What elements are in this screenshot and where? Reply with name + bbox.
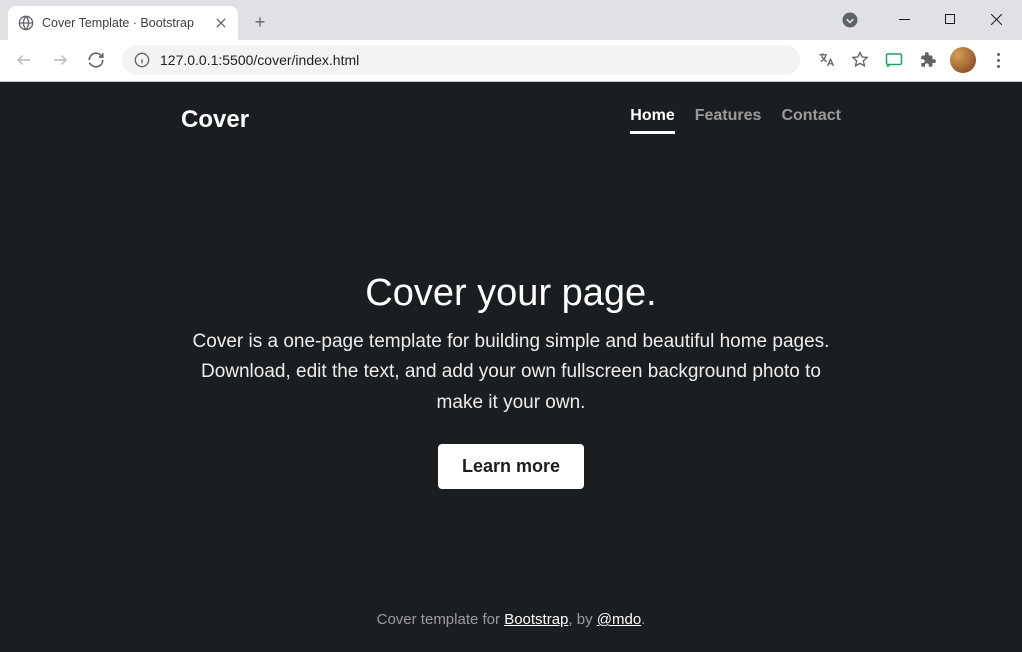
nav-link-home[interactable]: Home [630, 107, 674, 134]
nav-link-features[interactable]: Features [695, 107, 762, 134]
new-tab-button[interactable]: + [246, 9, 274, 37]
minimize-button[interactable] [882, 4, 926, 34]
bookmark-star-icon[interactable] [844, 44, 876, 76]
close-window-button[interactable] [974, 4, 1018, 34]
hero-lead: Cover is a one-page template for buildin… [191, 327, 831, 418]
tab-strip: Cover Template · Bootstrap + [0, 0, 1022, 40]
tab-title: Cover Template · Bootstrap [42, 16, 206, 30]
footer-suffix: . [641, 611, 645, 628]
url-text: 127.0.0.1:5500/cover/index.html [160, 52, 788, 68]
footer-link-mdo[interactable]: @mdo [597, 611, 641, 628]
profile-badge-icon[interactable] [840, 10, 860, 30]
menu-kebab-icon[interactable] [982, 44, 1014, 76]
hero: Cover your page. Cover is a one-page tem… [181, 134, 841, 587]
nav: Home Features Contact [630, 107, 841, 134]
browser-tab[interactable]: Cover Template · Bootstrap [8, 6, 238, 40]
back-button[interactable] [8, 44, 40, 76]
forward-button[interactable] [44, 44, 76, 76]
learn-more-button[interactable]: Learn more [438, 444, 584, 489]
hero-title: Cover your page. [365, 272, 657, 315]
translate-icon[interactable] [810, 44, 842, 76]
extensions-icon[interactable] [912, 44, 944, 76]
footer-mid: , by [568, 611, 596, 628]
reload-button[interactable] [80, 44, 112, 76]
footer-link-bootstrap[interactable]: Bootstrap [504, 611, 568, 628]
nav-link-contact[interactable]: Contact [781, 107, 841, 134]
maximize-button[interactable] [928, 4, 972, 34]
toolbar-right [810, 44, 1014, 76]
masthead: Cover Home Features Contact [181, 82, 841, 134]
cast-icon[interactable] [878, 44, 910, 76]
close-tab-icon[interactable] [214, 16, 228, 30]
globe-icon [18, 15, 34, 31]
toolbar: 127.0.0.1:5500/cover/index.html [0, 40, 1022, 81]
window-controls [882, 4, 1018, 34]
footer: Cover template for Bootstrap, by @mdo. [181, 587, 841, 652]
brand: Cover [181, 106, 249, 134]
page-viewport: Cover Home Features Contact Cover your p… [0, 82, 1022, 652]
address-bar[interactable]: 127.0.0.1:5500/cover/index.html [122, 45, 800, 75]
site-info-icon[interactable] [134, 52, 150, 68]
browser-chrome: Cover Template · Bootstrap + [0, 0, 1022, 82]
profile-avatar[interactable] [950, 47, 976, 73]
footer-prefix: Cover template for [377, 611, 505, 628]
